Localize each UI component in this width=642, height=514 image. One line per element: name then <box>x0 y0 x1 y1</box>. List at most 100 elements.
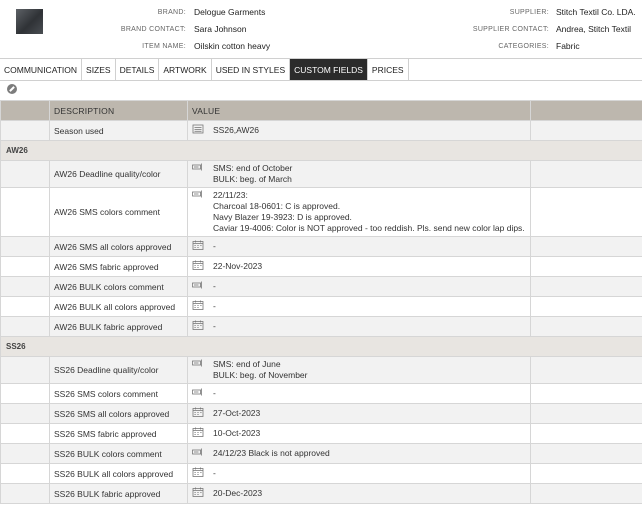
tab-custom-fields[interactable]: CUSTOM FIELDS <box>290 59 368 80</box>
text-icon[interactable] <box>192 280 204 290</box>
row-value-cell[interactable]: SMS: end of June BULK: beg. of November <box>187 356 531 384</box>
list-icon[interactable] <box>192 124 204 134</box>
value-wrapper: - <box>192 386 530 401</box>
table-row[interactable]: Season used SS26,AW26 <box>0 120 642 141</box>
calendar-icon[interactable] <box>192 467 204 477</box>
row-value-cell[interactable]: - <box>187 276 531 297</box>
calendar-icon[interactable] <box>192 300 204 310</box>
group-row: SS26 <box>0 336 642 357</box>
row-value: - <box>213 281 216 291</box>
text-icon[interactable] <box>192 447 204 457</box>
row-value-cell[interactable]: - <box>187 296 531 317</box>
table-row[interactable]: SS26 SMS all colors approved 27-Oct-2023 <box>0 403 642 424</box>
row-value: - <box>213 321 216 331</box>
tab-prices[interactable]: PRICES <box>368 59 409 80</box>
categories-value: Fabric <box>556 41 580 51</box>
row-value: 22-Nov-2023 <box>213 261 263 271</box>
row-value-cell[interactable]: - <box>187 316 531 337</box>
row-value-cell[interactable]: SMS: end of October BULK: beg. of March <box>187 160 531 188</box>
row-description: AW26 SMS fabric approved <box>49 256 188 277</box>
table-row[interactable]: AW26 Deadline quality/color SMS: end of O… <box>0 160 642 188</box>
value-wrapper: SMS: end of June BULK: beg. of November <box>192 357 530 383</box>
value-wrapper: SMS: end of October BULK: beg. of March <box>192 161 530 187</box>
row-value-cell[interactable]: 22/11/23: Charcoal 18-0601: C is approve… <box>187 187 531 237</box>
row-value-cell[interactable]: - <box>187 236 531 257</box>
tab-details[interactable]: DETAILS <box>116 59 160 80</box>
row-value: SMS: end of October BULK: beg. of March <box>213 163 293 184</box>
table-row[interactable]: AW26 SMS colors comment 22/11/23: Charcoa… <box>0 187 642 237</box>
row-extra-cell <box>530 356 642 384</box>
row-value: - <box>213 301 216 311</box>
row-value-cell[interactable]: SS26,AW26 <box>187 120 531 141</box>
row-value-cell[interactable]: 10-Oct-2023 <box>187 423 531 444</box>
tab-communication[interactable]: COMMUNICATION <box>0 59 83 80</box>
row-value: SS26,AW26 <box>213 125 259 135</box>
value-wrapper: 24/12/23 Black is not approved <box>192 446 530 461</box>
table-row[interactable]: SS26 BULK fabric approved 20-Dec-2023 <box>0 483 642 504</box>
table-row[interactable]: SS26 BULK all colors approved - <box>0 463 642 484</box>
calendar-icon[interactable] <box>192 240 204 250</box>
row-value-cell[interactable]: 24/12/23 Black is not approved <box>187 443 531 464</box>
row-description: AW26 Deadline quality/color <box>49 160 188 188</box>
row-empty-cell <box>0 423 50 444</box>
table-row[interactable]: AW26 SMS fabric approved 22-Nov-2023 <box>0 256 642 277</box>
row-extra-cell <box>530 443 642 464</box>
text-icon[interactable] <box>192 189 204 199</box>
table-row[interactable]: AW26 BULK colors comment - <box>0 276 642 297</box>
supplier-value: Stitch Textil Co. LDA. <box>556 7 636 17</box>
row-extra-cell <box>530 187 642 237</box>
item-thumbnail[interactable] <box>16 9 43 34</box>
edit-icon[interactable] <box>7 84 17 94</box>
row-description: SS26 SMS colors comment <box>49 383 188 404</box>
table-row[interactable]: AW26 BULK fabric approved - <box>0 316 642 337</box>
table-row[interactable]: SS26 SMS fabric approved 10-Oct-2023 <box>0 423 642 444</box>
table-row[interactable]: AW26 BULK all colors approved - <box>0 296 642 317</box>
text-icon[interactable] <box>192 387 204 397</box>
value-wrapper: - <box>192 466 530 481</box>
row-description: SS26 SMS fabric approved <box>49 423 188 444</box>
row-value-cell[interactable]: 22-Nov-2023 <box>187 256 531 277</box>
value-wrapper: - <box>192 239 530 254</box>
tab-used-in-styles[interactable]: USED IN STYLES <box>212 59 291 80</box>
row-extra-cell <box>530 316 642 337</box>
categories-label: CATEGORIES: <box>498 43 549 50</box>
value-wrapper: - <box>192 299 530 314</box>
table-row[interactable]: SS26 Deadline quality/color SMS: end of J… <box>0 356 642 384</box>
row-value-cell[interactable]: - <box>187 383 531 404</box>
text-icon[interactable] <box>192 162 204 172</box>
calendar-icon[interactable] <box>192 427 204 437</box>
row-description: AW26 BULK colors comment <box>49 276 188 297</box>
tab-artwork[interactable]: ARTWORK <box>159 59 212 80</box>
row-value-cell[interactable]: - <box>187 463 531 484</box>
row-empty-cell <box>0 276 50 297</box>
row-description: AW26 BULK fabric approved <box>49 316 188 337</box>
calendar-icon[interactable] <box>192 407 204 417</box>
column-header-description: DESCRIPTION <box>49 100 188 121</box>
row-empty-cell <box>0 403 50 424</box>
row-value: 24/12/23 Black is not approved <box>213 448 330 458</box>
calendar-icon[interactable] <box>192 487 204 497</box>
table-row[interactable]: SS26 BULK colors comment 24/12/23 Black i… <box>0 443 642 464</box>
calendar-icon[interactable] <box>192 260 204 270</box>
row-extra-cell <box>530 403 642 424</box>
table-row[interactable]: AW26 SMS all colors approved - <box>0 236 642 257</box>
table-header-row: DESCRIPTION VALUE <box>0 100 642 121</box>
row-value: - <box>213 388 216 398</box>
calendar-icon[interactable] <box>192 320 204 330</box>
row-value: 20-Dec-2023 <box>213 488 263 498</box>
group-label: SS26 <box>0 336 642 357</box>
row-empty-cell <box>0 160 50 188</box>
value-wrapper: 20-Dec-2023 <box>192 486 530 501</box>
tab-sizes[interactable]: SIZES <box>82 59 116 80</box>
row-value-cell[interactable]: 20-Dec-2023 <box>187 483 531 504</box>
row-description: AW26 SMS all colors approved <box>49 236 188 257</box>
group-row: AW26 <box>0 140 642 161</box>
column-header-value: VALUE <box>187 100 531 121</box>
row-extra-cell <box>530 483 642 504</box>
text-icon[interactable] <box>192 358 204 368</box>
row-value-cell[interactable]: 27-Oct-2023 <box>187 403 531 424</box>
brand-value: Delogue Garments <box>194 7 266 17</box>
table-row[interactable]: SS26 SMS colors comment - <box>0 383 642 404</box>
item-name-label: ITEM NAME: <box>142 43 186 50</box>
row-extra-cell <box>530 463 642 484</box>
